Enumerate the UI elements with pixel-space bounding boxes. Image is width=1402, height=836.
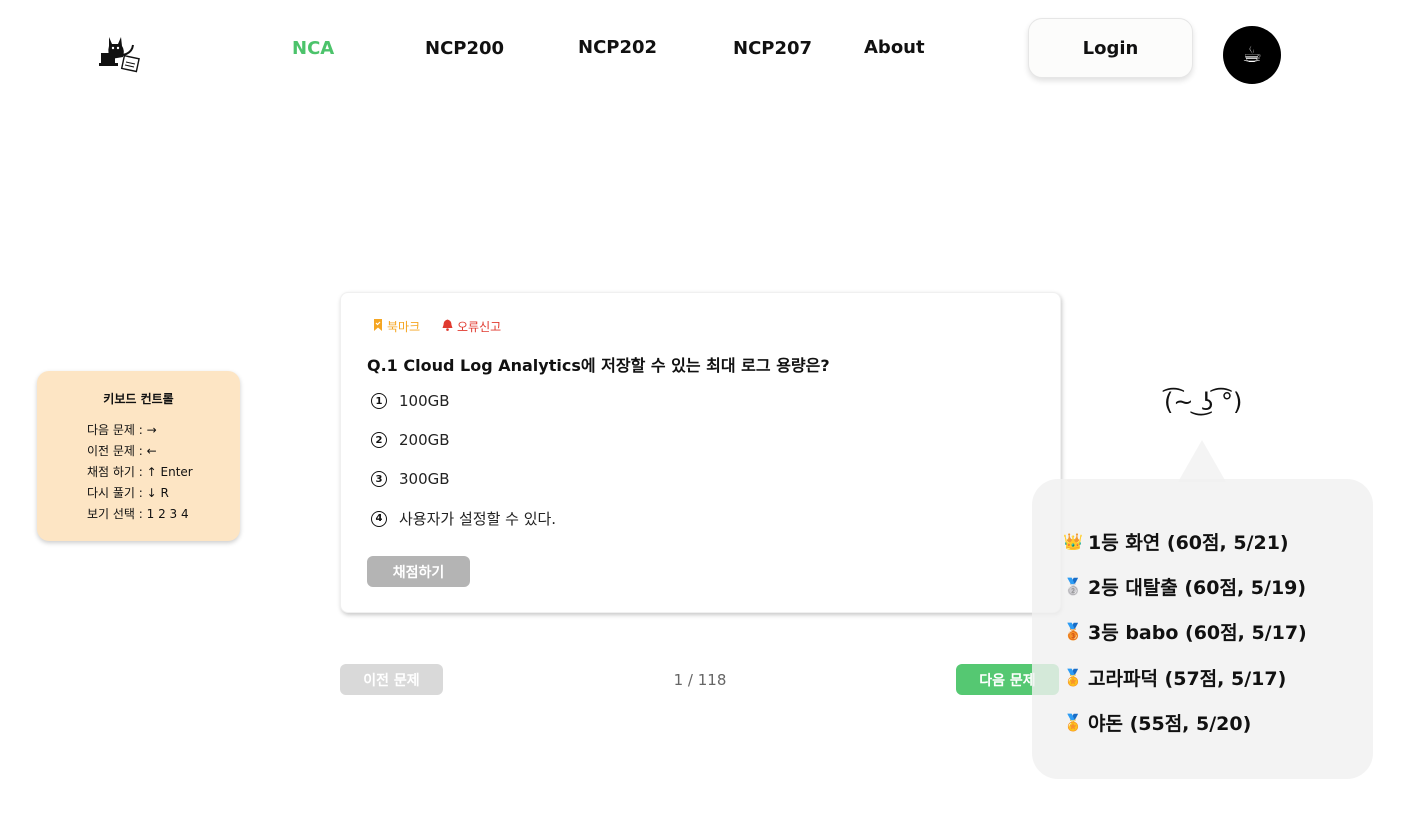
rank-item: 🥉 3등 babo (60점, 5/17)	[1062, 618, 1307, 645]
option-text-3: 300GB	[399, 470, 450, 488]
nav-ncp207[interactable]: NCP207	[733, 38, 812, 59]
speech-bubble-tail	[1178, 440, 1226, 482]
rank-item: 🏅 고라파덕 (57점, 5/17)	[1062, 664, 1286, 691]
nav-ncp200[interactable]: NCP200	[425, 38, 504, 59]
bookmark-button[interactable]: 북마크	[373, 318, 420, 335]
keyboard-control-panel: 키보드 컨트롤 다음 문제 : → 이전 문제 : ← 채점 하기 : ↑ En…	[37, 371, 240, 541]
nav-ncp202[interactable]: NCP202	[578, 37, 657, 58]
option-text-1: 100GB	[399, 392, 450, 410]
silver-medal-icon: 🥈	[1063, 577, 1083, 596]
rank-item: 🏅 야돈 (55점, 5/20)	[1062, 709, 1251, 736]
ranking-bubble: 👑 1등 화연 (60점, 5/21) 🥈 2등 대탈출 (60점, 5/19)…	[1032, 479, 1373, 779]
rank-item: 🥈 2등 대탈출 (60점, 5/19)	[1062, 573, 1306, 600]
cat-laptop-logo-icon[interactable]	[99, 33, 141, 73]
option-number-3: 3	[371, 471, 387, 487]
option-number-2: 2	[371, 432, 387, 448]
option-number-4: 4	[371, 510, 387, 527]
medal-icon: 🏅	[1063, 668, 1083, 687]
option-2[interactable]: 2 200GB	[371, 431, 450, 449]
medal-icon: 🏅	[1063, 713, 1083, 732]
rank-text: 2등 대탈출 (60점, 5/19)	[1088, 577, 1307, 599]
option-number-1: 1	[371, 393, 387, 409]
rank-text: 야돈 (55점, 5/20)	[1088, 713, 1252, 735]
kbd-line-next: 다음 문제 : →	[87, 423, 157, 437]
page-indicator: 1 / 118	[673, 671, 727, 689]
rank-item: 👑 1등 화연 (60점, 5/21)	[1062, 528, 1289, 555]
coffee-icon[interactable]: ☕	[1223, 26, 1281, 84]
option-text-4: 사용자가 설정할 수 있다.	[399, 510, 557, 528]
rank-text: 3등 babo (60점, 5/17)	[1088, 622, 1307, 644]
prev-question-button[interactable]: 이전 문제	[340, 664, 443, 695]
question-title: Q.1 Cloud Log Analytics에 저장할 수 있는 최대 로그 …	[367, 356, 830, 375]
report-label: 오류신고	[457, 320, 502, 334]
option-4[interactable]: 4 사용자가 설정할 수 있다.	[371, 508, 556, 529]
bookmark-label: 북마크	[387, 320, 421, 334]
kbd-line-select: 보기 선택 : 1 2 3 4	[87, 507, 189, 521]
report-error-button[interactable]: 오류신고	[442, 318, 501, 335]
kbd-line-grade: 채점 하기 : ↑ Enter	[87, 465, 193, 479]
option-1[interactable]: 1 100GB	[371, 392, 450, 410]
grade-button[interactable]: 채점하기	[367, 556, 470, 587]
nav-nca[interactable]: NCA	[292, 38, 334, 59]
kbd-line-prev: 이전 문제 : ←	[87, 444, 157, 458]
rank-text: 고라파덕 (57점, 5/17)	[1088, 668, 1287, 690]
lenny-face-mascot: (͡~ ͜ʖ ͡°)	[1164, 388, 1243, 416]
rank-text: 1등 화연 (60점, 5/21)	[1088, 532, 1289, 554]
crown-icon: 👑	[1063, 532, 1083, 551]
option-3[interactable]: 3 300GB	[371, 470, 450, 488]
kbd-line-retry: 다시 풀기 : ↓ R	[87, 486, 169, 500]
question-card: 북마크 오류신고 Q.1 Cloud Log Analytics에 저장할 수 …	[340, 292, 1061, 613]
login-button[interactable]: Login	[1028, 18, 1193, 78]
option-text-2: 200GB	[399, 431, 450, 449]
bronze-medal-icon: 🥉	[1063, 622, 1083, 641]
bell-icon	[442, 319, 453, 334]
keyboard-panel-title: 키보드 컨트롤	[103, 392, 174, 406]
nav-about[interactable]: About	[864, 37, 925, 58]
bookmark-icon	[373, 319, 383, 334]
